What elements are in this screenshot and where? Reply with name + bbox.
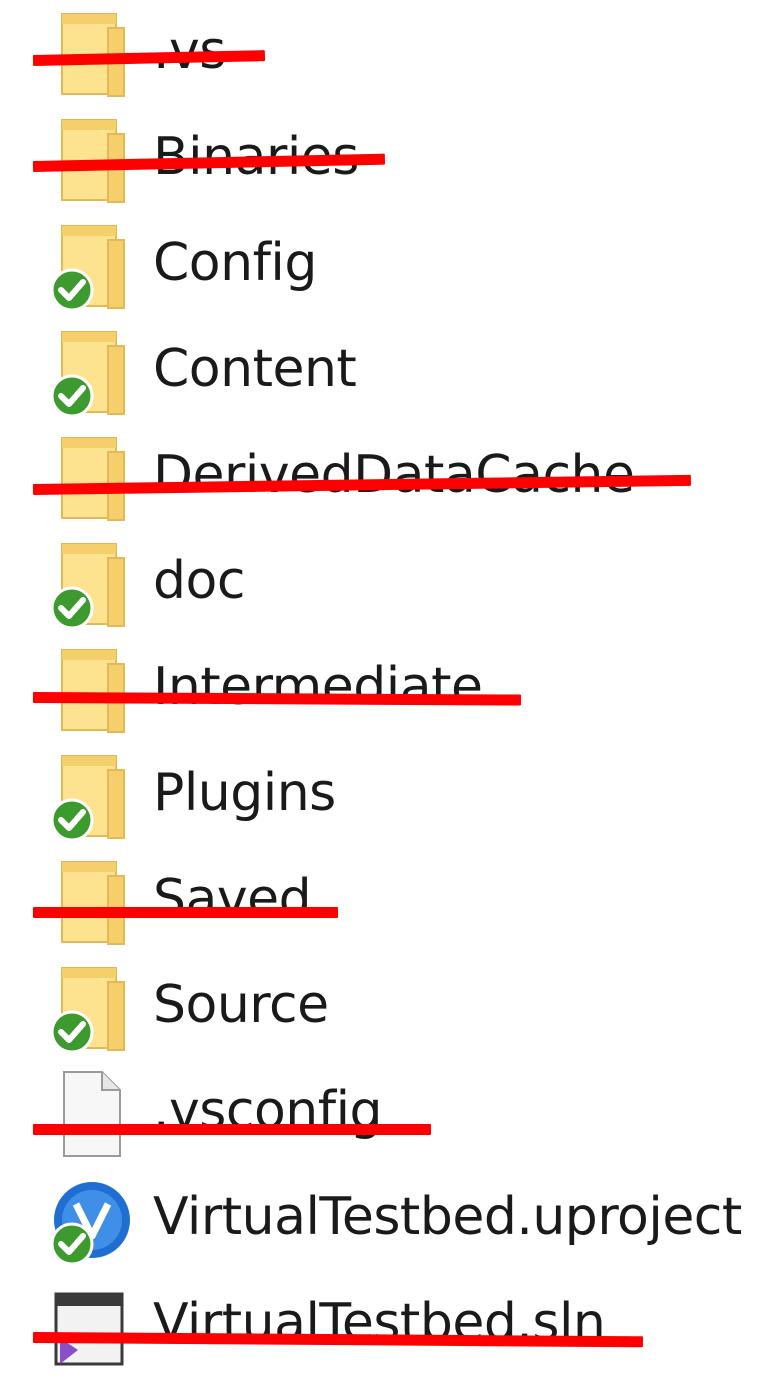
list-item-source[interactable]: Source [0, 954, 774, 1060]
list-item-config[interactable]: Config [0, 212, 774, 318]
file-list: .vs Binaries Config Content DerivedDataC… [0, 0, 774, 1368]
list-item-vsconfig[interactable]: .vsconfig [0, 1060, 774, 1166]
list-item-deriveddatacache[interactable]: DerivedDataCache [0, 424, 774, 530]
file-name: Content [153, 339, 357, 399]
file-name: Saved [153, 869, 312, 929]
file-name: Source [153, 975, 329, 1035]
list-item-binaries[interactable]: Binaries [0, 106, 774, 212]
folder-icon [46, 220, 132, 312]
file-name: VirtualTestbed.uproject [153, 1187, 742, 1247]
list-item-intermediate[interactable]: Intermediate [0, 636, 774, 742]
list-item-virtualtestbed-sln[interactable]: VirtualTestbed.sln [0, 1272, 774, 1378]
file-icon [46, 1068, 132, 1160]
folder-icon [46, 538, 132, 630]
file-name: doc [153, 551, 245, 611]
visual-studio-solution-icon [46, 1280, 132, 1372]
unreal-project-icon [46, 1174, 132, 1266]
list-item-saved[interactable]: Saved [0, 848, 774, 954]
file-name: Intermediate [153, 657, 483, 717]
folder-icon [46, 856, 132, 948]
folder-icon [46, 644, 132, 736]
list-item-vs[interactable]: .vs [0, 0, 774, 106]
strikethrough-mark [33, 907, 338, 918]
file-name: DerivedDataCache [153, 445, 635, 505]
list-item-virtualtestbed-uproject[interactable]: VirtualTestbed.uproject [0, 1166, 774, 1272]
folder-icon [46, 962, 132, 1054]
file-name: Plugins [153, 763, 336, 823]
list-item-doc[interactable]: doc [0, 530, 774, 636]
file-name: Config [153, 233, 317, 293]
folder-icon [46, 432, 132, 524]
list-item-plugins[interactable]: Plugins [0, 742, 774, 848]
folder-icon [46, 326, 132, 418]
folder-icon [46, 750, 132, 842]
strikethrough-mark [33, 1124, 431, 1135]
list-item-content[interactable]: Content [0, 318, 774, 424]
